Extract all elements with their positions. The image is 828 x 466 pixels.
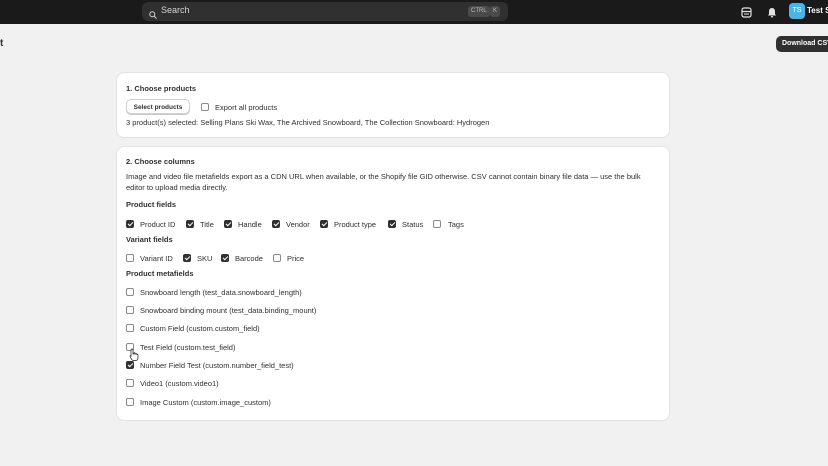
selected-products-summary: 3 product(s) selected: Selling Plans Ski… [126, 118, 490, 127]
product-type-label: Product type [334, 220, 377, 229]
export-all-checkbox[interactable] [201, 103, 209, 111]
product-type-checkbox[interactable] [320, 220, 328, 228]
video1-label: Video1 (custom.video1) [140, 379, 219, 388]
product-id-checkbox[interactable] [126, 220, 134, 228]
barcode-checkbox[interactable] [221, 254, 229, 262]
title-checkbox[interactable] [186, 220, 194, 228]
tags-checkbox[interactable] [433, 220, 441, 228]
download-csv-button[interactable]: Download CSV [776, 36, 828, 52]
vendor-checkbox[interactable] [272, 220, 280, 228]
choose-products-card: 1. Choose products Select products Expor… [117, 73, 669, 137]
variant-id-label: Variant ID [140, 254, 173, 263]
choose-columns-title: 2. Choose columns [126, 157, 195, 166]
top-bar: Search CTRL K TS Test S [0, 0, 828, 24]
tags-label: Tags [448, 220, 464, 229]
product-fields-title: Product fields [126, 200, 177, 209]
custom-field-checkbox[interactable] [126, 324, 134, 332]
video1-checkbox[interactable] [126, 379, 134, 387]
page-title: t [0, 38, 4, 49]
snowboard-length-label: Snowboard length (test_data.snowboard_le… [140, 288, 302, 297]
sku-checkbox[interactable] [183, 254, 191, 262]
handle-checkbox[interactable] [224, 220, 232, 228]
binding-mount-label: Snowboard binding mount (test_data.bindi… [140, 306, 317, 315]
barcode-label: Barcode [235, 254, 263, 263]
shortcut-k-key: K [490, 6, 501, 17]
number-field-test-label: Number Field Test (custom.number_field_t… [140, 361, 294, 370]
snowboard-length-checkbox[interactable] [126, 288, 134, 296]
title-label: Title [200, 220, 214, 229]
shortcut-ctrl-key: CTRL [468, 6, 490, 17]
bell-icon[interactable] [767, 5, 777, 23]
product-id-label: Product ID [140, 220, 176, 229]
search-icon [149, 6, 157, 24]
handle-label: Handle [238, 220, 262, 229]
image-custom-checkbox[interactable] [126, 398, 134, 406]
test-field-label: Test Field (custom.test_field) [140, 343, 236, 352]
image-custom-label: Image Custom (custom.image_custom) [140, 398, 271, 407]
price-label: Price [287, 254, 305, 263]
variant-id-checkbox[interactable] [126, 254, 134, 262]
vendor-label: Vendor [286, 220, 310, 229]
store-name[interactable]: Test S [807, 6, 828, 15]
status-label: Status [402, 220, 424, 229]
search-bar[interactable]: Search CTRL K [142, 2, 508, 21]
columns-description: Image and video file metafields export a… [126, 172, 641, 192]
choose-products-title: 1. Choose products [126, 84, 197, 93]
custom-field-label: Custom Field (custom.custom_field) [140, 324, 260, 333]
hand-pointer-icon [129, 348, 139, 366]
binding-mount-checkbox[interactable] [126, 306, 134, 314]
price-checkbox[interactable] [273, 254, 281, 262]
variant-fields-title: Variant fields [126, 235, 173, 244]
search-placeholder: Search [161, 5, 190, 15]
product-metafields-title: Product metafields [126, 269, 194, 278]
choose-columns-card: 2. Choose columns Image and video file m… [117, 147, 669, 420]
status-checkbox[interactable] [388, 220, 396, 228]
export-all-label: Export all products [215, 103, 278, 112]
avatar[interactable]: TS [789, 3, 805, 19]
store-icon[interactable] [741, 5, 752, 23]
sku-label: SKU [197, 254, 213, 263]
select-products-button[interactable]: Select products [126, 99, 190, 114]
